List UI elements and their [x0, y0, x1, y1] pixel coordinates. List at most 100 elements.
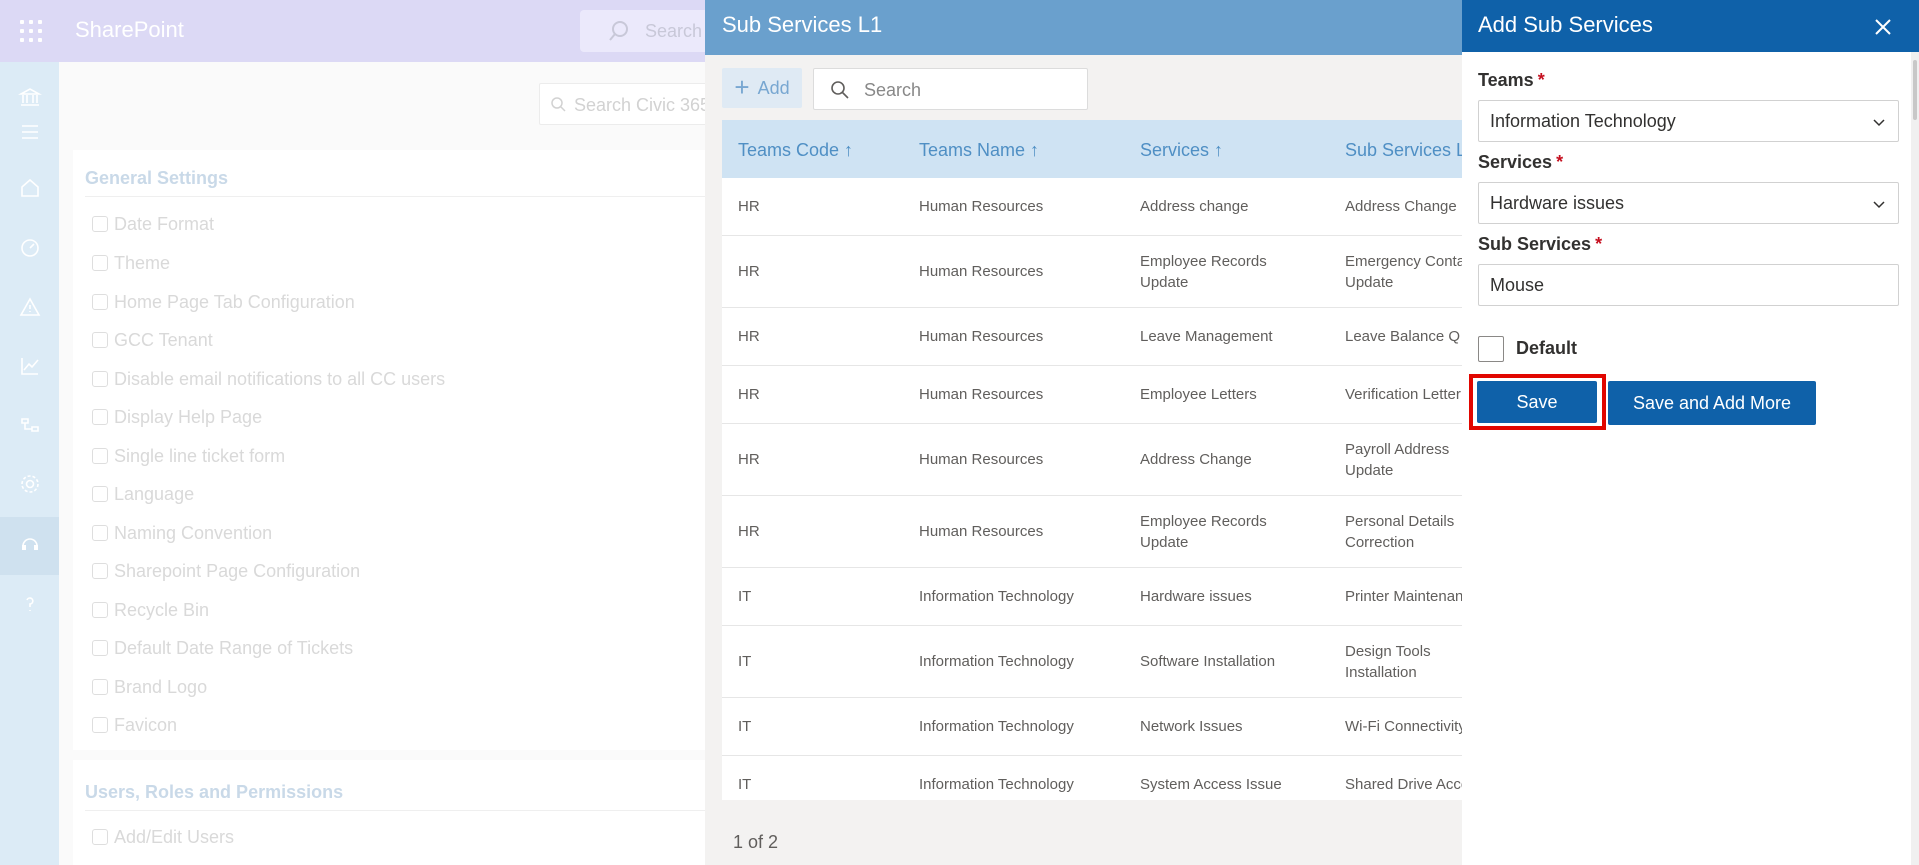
translate-icon — [92, 486, 108, 502]
brand-name[interactable]: SharePoint — [75, 17, 184, 43]
sub-services-input[interactable]: Mouse — [1478, 264, 1899, 306]
cell-sub-services: Design Tools Installation — [1345, 643, 1431, 681]
settings-item-recycle-bin[interactable]: Recycle Bin — [92, 600, 209, 624]
table-row[interactable]: HR Human Resources Employee Records Upda… — [722, 496, 1465, 568]
app-launcher-icon[interactable] — [20, 20, 42, 42]
dashboard-icon[interactable] — [18, 236, 42, 260]
home-icon[interactable] — [18, 176, 42, 200]
table-row[interactable]: IT Information Technology Hardware issue… — [722, 568, 1465, 626]
settings-item-naming-convention[interactable]: Naming Convention — [92, 523, 272, 547]
cell-teams-code: HR — [738, 451, 760, 468]
cell-teams-name: Human Resources — [919, 328, 1044, 345]
table-row[interactable]: IT Information Technology Software Insta… — [722, 626, 1465, 698]
chevron-down-icon — [1873, 201, 1885, 209]
cell-sub-services: Verification Letter — [1345, 386, 1461, 403]
settings-item-brand-logo[interactable]: Brand Logo — [92, 677, 207, 701]
bank-icon[interactable] — [18, 85, 42, 109]
image-icon — [92, 717, 108, 733]
save-button[interactable]: Save — [1477, 381, 1597, 423]
side-panel-header: Add Sub Services — [1462, 0, 1919, 52]
settings-item-label: Default Date Range of Tickets — [114, 638, 354, 658]
add-button[interactable]: + Add — [722, 68, 802, 108]
settings-item-single-line-form[interactable]: Single line ticket form — [92, 446, 285, 470]
settings-item-label: Brand Logo — [114, 677, 208, 697]
settings-item-home-tab[interactable]: Home Page Tab Configuration — [92, 292, 355, 316]
workflow-icon[interactable] — [18, 413, 42, 437]
close-icon[interactable] — [1866, 10, 1900, 44]
settings-item-date-format[interactable]: Date Format — [92, 214, 214, 238]
cell-services: Software Installation — [1140, 653, 1276, 670]
settings-item-label: Naming Convention — [114, 523, 273, 543]
users-icon — [92, 829, 108, 845]
sub-services-label-text: Sub Services — [1478, 234, 1592, 254]
cell-teams-name: Human Resources — [919, 198, 1044, 215]
settings-item-help-page[interactable]: Display Help Page — [92, 407, 262, 431]
cell-teams-code: HR — [738, 263, 760, 280]
chevron-down-icon — [1873, 119, 1885, 127]
settings-item-label: Home Page Tab Configuration — [114, 292, 355, 312]
default-checkbox[interactable] — [1478, 336, 1504, 362]
question-icon — [92, 409, 108, 425]
save-and-add-more-button[interactable]: Save and Add More — [1608, 381, 1816, 425]
cell-sub-services: Personal Details Correction — [1345, 513, 1455, 551]
chart-icon[interactable] — [18, 354, 42, 378]
cell-teams-code: IT — [738, 718, 752, 735]
settings-item-label: Recycle Bin — [114, 600, 210, 620]
table-row[interactable]: HR Human Resources Employee Records Upda… — [722, 236, 1465, 308]
cell-services: Address Change — [1140, 451, 1252, 468]
table-row[interactable]: HR Human Resources Address Change Payrol… — [722, 424, 1465, 496]
services-dropdown[interactable]: Hardware issues — [1478, 182, 1899, 224]
badge-icon — [92, 679, 108, 695]
services-dropdown-value: Hardware issues — [1490, 193, 1625, 213]
settings-item-add-edit-users[interactable]: Add/Edit Users — [92, 827, 234, 851]
sub-services-input-value: Mouse — [1490, 275, 1545, 295]
settings-item-label: Favicon — [114, 715, 178, 735]
settings-item-email-notifications[interactable]: Disable email notifications to all CC us… — [92, 369, 445, 393]
settings-item-page-config[interactable]: Sharepoint Page Configuration — [92, 561, 360, 585]
cell-services: Leave Management — [1140, 328, 1273, 345]
settings-item-language[interactable]: Language — [92, 484, 194, 508]
warning-icon[interactable] — [18, 295, 42, 319]
settings-item-theme[interactable]: Theme — [92, 253, 170, 277]
menu-icon[interactable] — [18, 120, 42, 144]
table-search-input[interactable]: Search — [813, 68, 1088, 110]
table-row[interactable]: HR Human Resources Employee Letters Veri… — [722, 366, 1465, 424]
cell-teams-code: IT — [738, 588, 752, 605]
default-checkbox-label: Default — [1516, 338, 1578, 358]
column-header-services[interactable]: Services ↑ — [1140, 140, 1223, 161]
side-panel-scrollbar[interactable] — [1911, 52, 1919, 865]
left-nav-rail — [0, 62, 59, 865]
table-row[interactable]: HR Human Resources Leave Management Leav… — [722, 308, 1465, 366]
help-icon[interactable] — [18, 592, 42, 616]
settings-item-favicon[interactable]: Favicon — [92, 715, 177, 739]
table-row[interactable]: HR Human Resources Address change Addres… — [722, 178, 1465, 236]
gear-icon[interactable] — [18, 472, 42, 496]
services-label: Services * — [1478, 152, 1563, 173]
settings-item-label: Add/Edit Users — [114, 827, 235, 847]
table-row[interactable]: IT Information Technology System Access … — [722, 756, 1465, 800]
cell-services: Hardware issues — [1140, 588, 1252, 605]
divider — [85, 810, 705, 811]
column-header-teams-code[interactable]: Teams Code ↑ — [738, 140, 853, 161]
cell-teams-name: Information Technology — [919, 718, 1074, 735]
scrollbar-thumb[interactable] — [1913, 60, 1917, 120]
sub-services-panel: Sub Services L1 + Add Search Teams Code … — [705, 0, 1465, 865]
teams-dropdown-value: Information Technology — [1490, 111, 1676, 131]
section-title-general: General Settings — [85, 168, 229, 188]
table-header: Teams Code ↑ Teams Name ↑ Services ↑ Sub… — [722, 120, 1465, 178]
table-row[interactable]: IT Information Technology Network Issues… — [722, 698, 1465, 756]
settings-item-date-range[interactable]: Default Date Range of Tickets — [92, 638, 353, 662]
column-header-sub-services-l1[interactable]: Sub Services L1 — [1345, 140, 1465, 161]
settings-item-gcc-tenant[interactable]: GCC Tenant — [92, 330, 213, 354]
column-header-teams-name[interactable]: Teams Name ↑ — [919, 140, 1039, 161]
cell-services: Employee Records Update — [1140, 513, 1267, 551]
required-mark: * — [1537, 70, 1545, 90]
cell-teams-name: Human Resources — [919, 386, 1044, 403]
support-icon[interactable] — [18, 532, 42, 556]
cell-sub-services: Leave Balance Q — [1345, 328, 1461, 345]
panel-title: Sub Services L1 — [722, 12, 883, 37]
teams-dropdown[interactable]: Information Technology — [1478, 100, 1899, 142]
sub-services-table: Teams Code ↑ Teams Name ↑ Services ↑ Sub… — [722, 120, 1465, 800]
cell-services: Employee Records Update — [1140, 253, 1267, 291]
cell-teams-name: Information Technology — [919, 776, 1074, 793]
